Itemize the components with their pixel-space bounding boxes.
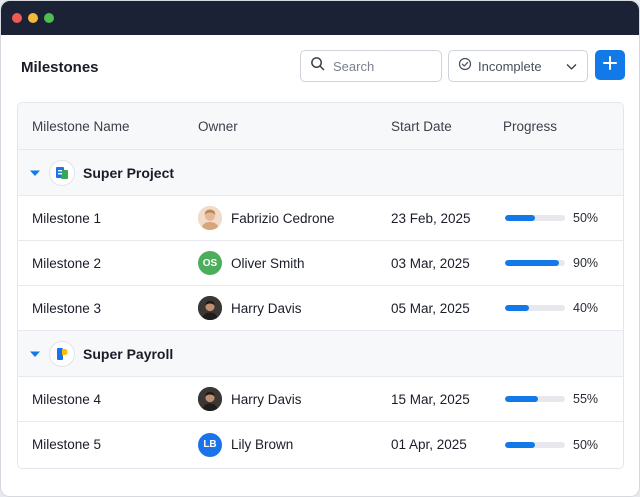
milestone-name: Milestone 4 <box>32 391 102 407</box>
table-row[interactable]: Milestone 5 LB Lily Brown 01 Apr, 2025 5… <box>18 422 623 467</box>
maximize-window-button[interactable] <box>44 13 54 23</box>
start-date: 05 Mar, 2025 <box>391 300 470 316</box>
group-name: Super Payroll <box>83 345 174 362</box>
milestone-name: Milestone 5 <box>32 437 102 452</box>
progress-fill <box>505 441 535 448</box>
avatar: OS <box>198 251 222 275</box>
table-row[interactable]: Milestone 4 Harry Davis 15 Mar, 2025 55% <box>18 377 623 422</box>
page-title: Milestones <box>21 59 99 76</box>
owner-name: Fabrizio Cedrone <box>231 210 335 226</box>
project-icon <box>49 159 75 186</box>
caret-down-icon[interactable] <box>29 167 41 179</box>
column-header-progress[interactable]: Progress <box>503 119 557 134</box>
payroll-icon <box>49 340 75 367</box>
progress-bar <box>505 396 565 402</box>
add-milestone-button[interactable] <box>595 50 625 80</box>
progress-cell: 55% <box>505 392 598 406</box>
progress-cell: 50% <box>505 438 598 452</box>
milestones-table: Milestone Name Owner Start Date Progress <box>17 102 624 469</box>
owner-cell: LB Lily Brown <box>198 432 294 457</box>
window-titlebar <box>1 1 639 35</box>
table-header: Milestone Name Owner Start Date Progress <box>18 103 623 150</box>
chevron-down-icon <box>565 60 578 73</box>
owner-cell: Fabrizio Cedrone <box>198 206 335 230</box>
start-date: 15 Mar, 2025 <box>391 391 470 407</box>
owner-cell: Harry Davis <box>198 387 302 411</box>
progress-fill <box>505 260 559 266</box>
milestone-name: Milestone 3 <box>32 300 102 316</box>
progress-bar <box>505 441 565 448</box>
avatar: LB <box>198 432 222 457</box>
milestones-panel: Milestones Incomplete <box>1 35 639 496</box>
progress-fill <box>505 215 535 221</box>
progress-bar <box>505 260 565 266</box>
owner-name: Harry Davis <box>231 300 302 316</box>
progress-fill <box>505 396 538 402</box>
progress-percent: 40% <box>573 301 599 315</box>
owner-cell: Harry Davis <box>198 296 302 320</box>
owner-name: Lily Brown <box>231 437 294 452</box>
column-header-name[interactable]: Milestone Name <box>32 119 130 134</box>
start-date: 01 Apr, 2025 <box>391 437 467 452</box>
progress-percent: 55% <box>573 392 599 406</box>
owner-name: Oliver Smith <box>231 255 305 271</box>
search-icon <box>310 56 325 76</box>
status-filter-value: Incomplete <box>478 58 542 74</box>
table-row[interactable]: Milestone 3 Harry Davis 05 Mar, 2025 40% <box>18 286 623 331</box>
minimize-window-button[interactable] <box>28 13 38 23</box>
avatar <box>198 296 222 320</box>
avatar <box>198 387 222 411</box>
content-area: Milestones Incomplete <box>1 35 639 496</box>
progress-cell: 50% <box>505 211 598 225</box>
table-row[interactable]: Milestone 1 Fabrizio Cedrone 23 Feb, 202… <box>18 196 623 241</box>
progress-cell: 90% <box>505 256 598 270</box>
table-row[interactable]: Milestone 2 OS Oliver Smith 03 Mar, 2025… <box>18 241 623 286</box>
group-row-super-project[interactable]: Super Project <box>18 150 623 196</box>
search-box[interactable] <box>300 50 442 82</box>
check-circle-icon <box>458 57 472 76</box>
column-header-start-date[interactable]: Start Date <box>391 119 452 134</box>
status-filter-dropdown[interactable]: Incomplete <box>448 50 588 82</box>
group-header: Super Payroll <box>29 340 174 367</box>
owner-name: Harry Davis <box>231 391 302 407</box>
start-date: 03 Mar, 2025 <box>391 255 470 271</box>
close-window-button[interactable] <box>12 13 22 23</box>
progress-percent: 90% <box>573 256 599 270</box>
progress-percent: 50% <box>573 437 599 452</box>
progress-fill <box>505 305 529 311</box>
caret-down-icon[interactable] <box>29 348 41 360</box>
toolbar: Milestones Incomplete <box>1 35 639 101</box>
app-window: Milestones Incomplete <box>0 0 640 497</box>
group-header: Super Project <box>29 159 175 186</box>
search-input[interactable] <box>333 58 433 74</box>
progress-percent: 50% <box>573 211 599 225</box>
group-name: Super Project <box>83 164 175 181</box>
start-date: 23 Feb, 2025 <box>391 210 471 226</box>
plus-icon <box>602 55 618 76</box>
avatar <box>198 206 222 230</box>
group-row-super-payroll[interactable]: Super Payroll <box>18 331 623 377</box>
progress-cell: 40% <box>505 301 598 315</box>
owner-cell: OS Oliver Smith <box>198 251 305 275</box>
progress-bar <box>505 305 565 311</box>
milestone-name: Milestone 2 <box>32 255 102 271</box>
milestone-name: Milestone 1 <box>32 210 102 226</box>
column-header-owner[interactable]: Owner <box>198 119 238 134</box>
progress-bar <box>505 215 565 221</box>
